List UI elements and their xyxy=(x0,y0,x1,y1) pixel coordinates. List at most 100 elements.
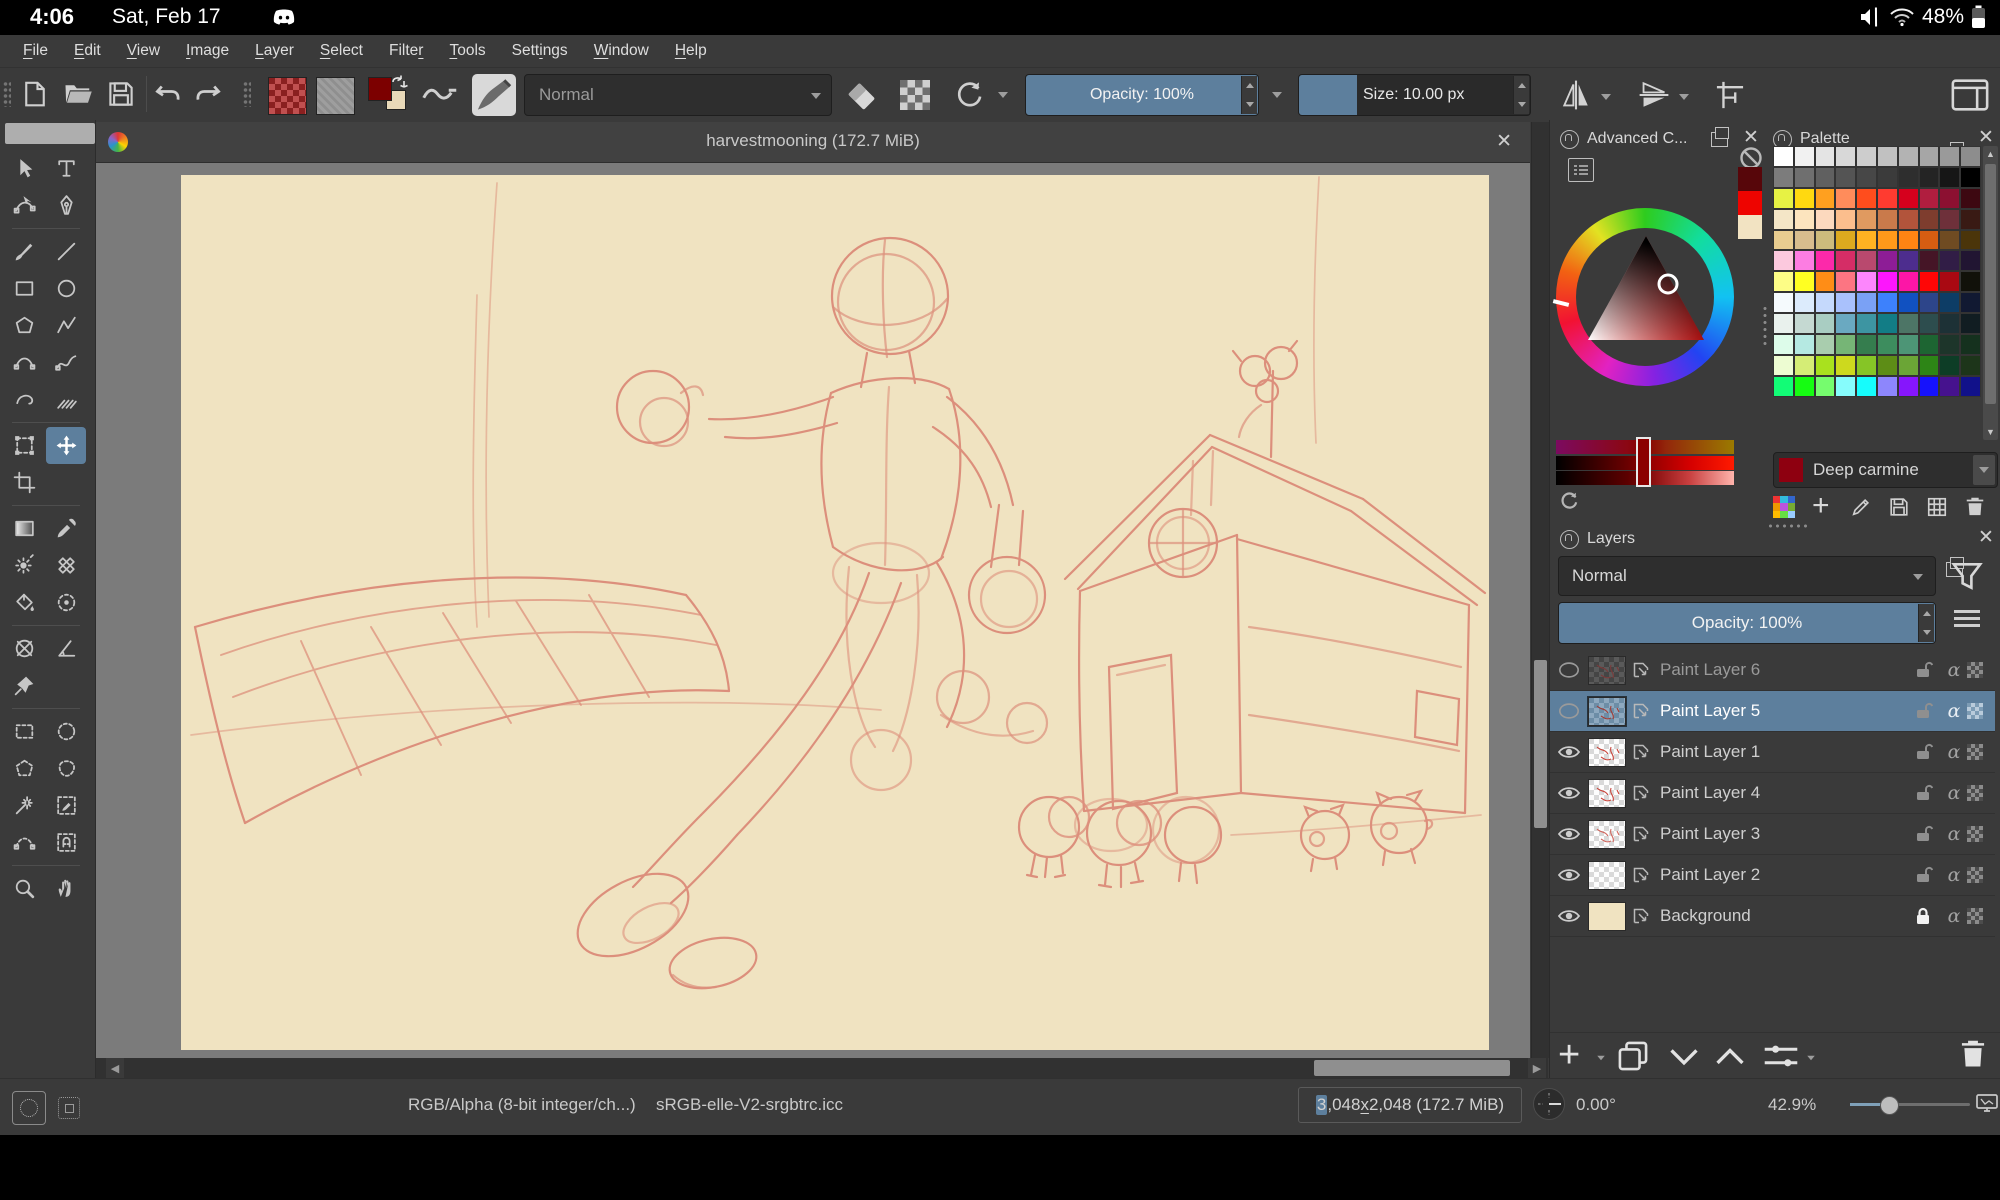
selection-edit-mode-icon[interactable] xyxy=(58,1097,80,1119)
palette-swatch[interactable] xyxy=(1856,292,1877,313)
layer-properties-button[interactable] xyxy=(1762,1039,1800,1073)
palette-swatch[interactable] xyxy=(1939,376,1960,397)
visibility-off-icon[interactable] xyxy=(1550,702,1588,720)
menu-tools[interactable]: Tools xyxy=(438,40,496,62)
save-button[interactable] xyxy=(106,79,136,109)
palette-swatch[interactable] xyxy=(1898,292,1919,313)
vertical-scrollbar-thumb[interactable] xyxy=(1534,660,1547,828)
tool-text[interactable] xyxy=(46,150,86,187)
layer-locked-icon[interactable] xyxy=(1913,906,1933,926)
tool-reference-images[interactable] xyxy=(4,667,44,704)
tool-polygonal-select[interactable] xyxy=(4,750,44,787)
trim-image-button[interactable] xyxy=(1712,78,1748,112)
palette-swatch[interactable] xyxy=(1877,355,1898,376)
alpha-inherit-checker-icon[interactable] xyxy=(1967,908,1983,924)
recent-color-1[interactable] xyxy=(1738,191,1762,215)
palette-swatch[interactable] xyxy=(1960,292,1981,313)
palette-swatch[interactable] xyxy=(1898,188,1919,209)
palette-swatch[interactable] xyxy=(1856,230,1877,251)
menu-help[interactable]: Help xyxy=(664,40,718,62)
scroll-right-arrow[interactable]: ▶ xyxy=(1528,1058,1546,1078)
palette-swatch[interactable] xyxy=(1898,209,1919,230)
palette-swatch[interactable] xyxy=(1960,355,1981,376)
tool-select-shapes[interactable] xyxy=(4,150,44,187)
tool-enclose-fill[interactable] xyxy=(46,584,86,621)
menu-file[interactable]: File xyxy=(12,40,59,62)
alpha-channel-icon[interactable]: α xyxy=(1941,905,1967,927)
docker-drag-handle[interactable] xyxy=(1767,524,1807,528)
palette-swatch[interactable] xyxy=(1919,146,1940,167)
visibility-on-icon[interactable] xyxy=(1550,907,1588,925)
palette-swatch[interactable] xyxy=(1794,188,1815,209)
palette-swatch[interactable] xyxy=(1773,146,1794,167)
palette-swatch[interactable] xyxy=(1773,209,1794,230)
opacity-slider[interactable]: Opacity: 100% xyxy=(1025,74,1259,116)
layer-unlocked-icon[interactable] xyxy=(1913,701,1933,721)
tool-elliptical-select[interactable] xyxy=(46,713,86,750)
recent-color-0[interactable] xyxy=(1738,167,1762,191)
layer-unlocked-icon[interactable] xyxy=(1913,660,1933,680)
palette-swatch[interactable] xyxy=(1919,250,1940,271)
tool-assistants[interactable] xyxy=(4,630,44,667)
layer-unlocked-icon[interactable] xyxy=(1913,742,1933,762)
palette-swatch[interactable] xyxy=(1794,250,1815,271)
palette-swatch[interactable] xyxy=(1794,209,1815,230)
advanced-color-float-icon[interactable] xyxy=(1711,132,1728,147)
layer-options-icon[interactable] xyxy=(1954,610,1980,613)
palette-swatch[interactable] xyxy=(1877,292,1898,313)
preserve-alpha-button[interactable] xyxy=(900,80,930,110)
color-name-dropdown[interactable]: Deep carmine xyxy=(1773,452,1998,488)
tool-edit-shapes[interactable] xyxy=(4,187,44,224)
palette-swatch[interactable] xyxy=(1856,146,1877,167)
reload-dropdown-caret[interactable] xyxy=(998,92,1008,98)
zoom-to-fit-icon[interactable] xyxy=(1975,1092,1999,1114)
brush-preset-chip[interactable] xyxy=(472,74,516,116)
workspace-chooser-button[interactable] xyxy=(1950,76,1990,114)
palette-swatch[interactable] xyxy=(1898,355,1919,376)
horizontal-scrollbar-thumb[interactable] xyxy=(1314,1060,1510,1076)
mirror-vertical-button[interactable] xyxy=(1558,78,1594,112)
palette-swatch[interactable] xyxy=(1919,209,1940,230)
tool-gradient[interactable] xyxy=(4,510,44,547)
palette-swatch[interactable] xyxy=(1815,188,1836,209)
tool-polyline[interactable] xyxy=(46,307,86,344)
visibility-on-icon[interactable] xyxy=(1550,825,1588,843)
palette-table-icon[interactable] xyxy=(1926,496,1948,518)
edit-palette-icon[interactable] xyxy=(1850,496,1872,518)
palette-swatch[interactable] xyxy=(1773,250,1794,271)
zoom-value[interactable]: 42.9% xyxy=(1768,1095,1816,1115)
palette-swatch[interactable] xyxy=(1773,188,1794,209)
palette-swatch[interactable] xyxy=(1794,313,1815,334)
layer-unlocked-icon[interactable] xyxy=(1913,783,1933,803)
pattern-chooser-swatch[interactable] xyxy=(316,77,355,115)
menu-settings[interactable]: Settings xyxy=(501,40,579,62)
delete-swatch-icon[interactable] xyxy=(1964,495,1986,517)
palette-swatch[interactable] xyxy=(1794,376,1815,397)
advanced-color-close-icon[interactable]: ✕ xyxy=(1743,128,1759,147)
horizontal-scrollbar[interactable]: ◀ ▶ xyxy=(96,1058,1548,1078)
layer-thumbnail[interactable] xyxy=(1588,861,1626,890)
tool-bezier-select[interactable] xyxy=(4,824,44,861)
redo-button[interactable] xyxy=(192,79,224,109)
palette-swatch[interactable] xyxy=(1898,376,1919,397)
document-title-bar[interactable]: harvestmooning (172.7 MiB) ✕ xyxy=(96,122,1530,163)
vertical-scrollbar[interactable] xyxy=(1531,122,1549,1058)
palette-swatch[interactable] xyxy=(1919,334,1940,355)
scroll-left-arrow[interactable]: ◀ xyxy=(106,1058,124,1078)
gradient-chooser-swatch[interactable] xyxy=(268,77,307,115)
zoom-slider-handle[interactable] xyxy=(1880,1096,1899,1115)
canvas[interactable] xyxy=(181,175,1489,1050)
palette-swatch[interactable] xyxy=(1794,334,1815,355)
panel-lock-icon[interactable] xyxy=(1560,130,1579,149)
palette-swatch[interactable] xyxy=(1898,146,1919,167)
close-document-icon[interactable]: ✕ xyxy=(1496,130,1512,153)
tool-calligraphy[interactable] xyxy=(46,187,86,224)
layers-close-icon[interactable]: ✕ xyxy=(1978,528,1994,547)
palette-swatch[interactable] xyxy=(1877,230,1898,251)
alpha-inherit-checker-icon[interactable] xyxy=(1967,867,1983,883)
palette-swatch[interactable] xyxy=(1794,167,1815,188)
palette-swatch[interactable] xyxy=(1856,209,1877,230)
menu-view[interactable]: View xyxy=(116,40,171,62)
layer-row-background[interactable]: Backgroundα xyxy=(1550,896,1995,937)
alpha-channel-icon[interactable]: α xyxy=(1941,659,1967,681)
